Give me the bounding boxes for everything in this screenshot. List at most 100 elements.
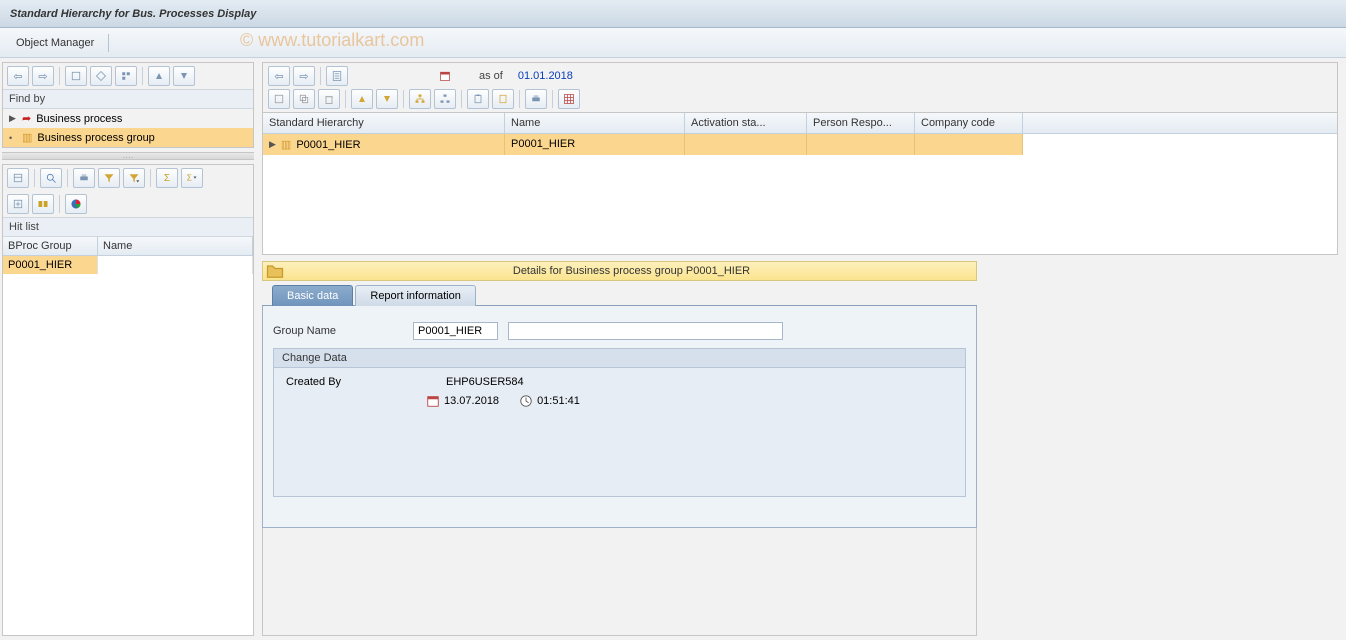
separator [461, 90, 462, 108]
splitter[interactable]: ···· [2, 152, 254, 160]
separator [519, 90, 520, 108]
filter-menu-button[interactable] [123, 168, 145, 188]
details-button[interactable] [7, 168, 29, 188]
group-name-label: Group Name [273, 325, 403, 337]
cell-name: P0001_HIER [505, 134, 685, 155]
hierarchy2-button[interactable] [434, 89, 456, 109]
expand-icon: ▶ [269, 139, 276, 150]
hierarchy-button[interactable] [409, 89, 431, 109]
asof-label: as of [459, 70, 503, 82]
col-fill [1023, 113, 1337, 133]
calendar-button[interactable] [434, 66, 456, 86]
hitlist-row[interactable]: P0001_HIER [3, 256, 253, 274]
findby-item-business-process[interactable]: ▶ Business process [3, 109, 253, 128]
tool-button-2[interactable] [90, 66, 112, 86]
detail-view-button[interactable] [326, 66, 348, 86]
tab-content: Group Name Change Data Created By EHP6US… [262, 306, 977, 528]
sort-desc-button[interactable] [173, 66, 195, 86]
nav-forward-button[interactable] [293, 66, 315, 86]
group-desc-field[interactable] [508, 322, 783, 340]
separator [345, 90, 346, 108]
right-pane: as of 01.01.2018 [258, 58, 1346, 640]
separator [67, 169, 68, 187]
expand-button[interactable] [351, 89, 373, 109]
findby-item-label: Business process [36, 113, 122, 125]
left-pane: Find by ▶ Business process • Business pr… [0, 58, 258, 640]
arrow-left-icon [13, 70, 22, 83]
change-data-groupbox: Change Data Created By EHP6USER584 13.07… [273, 348, 966, 497]
clipboard2-button[interactable] [492, 89, 514, 109]
separator [59, 195, 60, 213]
arrow-right-icon [299, 70, 308, 83]
separator [108, 34, 109, 52]
separator [142, 67, 143, 85]
clipboard-button[interactable] [467, 89, 489, 109]
group-name-field[interactable] [413, 322, 498, 340]
cell-group: P0001_HIER [3, 256, 98, 274]
sum-button[interactable]: Σ [156, 168, 178, 188]
col-person[interactable]: Person Respo... [807, 113, 915, 133]
separator [403, 90, 404, 108]
nav-forward-button[interactable] [32, 66, 54, 86]
grid-button[interactable] [558, 89, 580, 109]
col-name[interactable]: Name [505, 113, 685, 133]
tool-button-1[interactable] [65, 66, 87, 86]
cell-name [98, 256, 253, 274]
findby-item-business-process-group[interactable]: • Business process group [3, 128, 253, 147]
created-by-label: Created By [286, 376, 416, 388]
clock-icon [519, 394, 533, 408]
separator [34, 169, 35, 187]
copy-button[interactable] [293, 89, 315, 109]
collapse-button[interactable] [376, 89, 398, 109]
sum-menu-button[interactable]: Σ [181, 168, 203, 188]
hitlist-panel: Σ Σ Hit list BProc Group Name P0001_HIER [2, 164, 254, 636]
details-title: Details for Business process group P0001… [287, 265, 976, 277]
export-button[interactable] [7, 194, 29, 214]
object-manager-button[interactable]: Object Manager [6, 35, 100, 51]
nav-back-button[interactable] [268, 66, 290, 86]
col-group[interactable]: BProc Group [3, 237, 98, 255]
separator [320, 67, 321, 85]
find-button[interactable] [40, 168, 62, 188]
delete-button[interactable] [318, 89, 340, 109]
hierarchy-row[interactable]: ▶ P0001_HIER P0001_HIER [263, 134, 1337, 155]
arrow-right-icon [38, 70, 47, 83]
layout-button[interactable] [32, 194, 54, 214]
asof-date[interactable]: 01.01.2018 [506, 70, 577, 82]
hierarchy-panel: Standard Hierarchy Name Activation sta..… [262, 113, 1338, 255]
sort-asc-button[interactable] [148, 66, 170, 86]
object-manager-label: Object Manager [16, 37, 94, 49]
tool-button-3[interactable] [115, 66, 137, 86]
findby-item-label: Business process group [37, 132, 154, 144]
separator [59, 67, 60, 85]
print-button[interactable] [73, 168, 95, 188]
expand-icon: ▶ [9, 113, 17, 124]
col-name[interactable]: Name [98, 237, 253, 255]
filter-button[interactable] [98, 168, 120, 188]
tab-basic-data[interactable]: Basic data [272, 285, 353, 306]
nav-back-button[interactable] [7, 66, 29, 86]
hierarchy-icon [22, 131, 32, 144]
findby-panel: Find by ▶ Business process • Business pr… [2, 62, 254, 148]
findby-header: Find by [3, 89, 253, 109]
bullet-icon: • [9, 133, 17, 143]
created-by-row: Created By EHP6USER584 [286, 376, 953, 388]
folder-icon [265, 262, 285, 280]
col-standard-hierarchy[interactable]: Standard Hierarchy [263, 113, 505, 133]
svg-text:Σ: Σ [187, 173, 192, 182]
process-icon [22, 112, 31, 125]
create-button[interactable] [268, 89, 290, 109]
group-name-row: Group Name [273, 322, 966, 340]
print-button[interactable] [525, 89, 547, 109]
col-activation[interactable]: Activation sta... [685, 113, 807, 133]
cell-act [685, 134, 807, 155]
window-title-bar: Standard Hierarchy for Bus. Processes Di… [0, 0, 1346, 28]
col-company-code[interactable]: Company code [915, 113, 1023, 133]
hitlist-table-header: BProc Group Name [3, 237, 253, 256]
tab-report-information[interactable]: Report information [355, 285, 476, 306]
graphic-button[interactable] [65, 194, 87, 214]
hitlist-toolbar-2 [3, 191, 253, 217]
wand-button[interactable] [117, 35, 129, 51]
window-title: Standard Hierarchy for Bus. Processes Di… [10, 8, 256, 20]
details-title-bar: Details for Business process group P0001… [262, 261, 977, 281]
